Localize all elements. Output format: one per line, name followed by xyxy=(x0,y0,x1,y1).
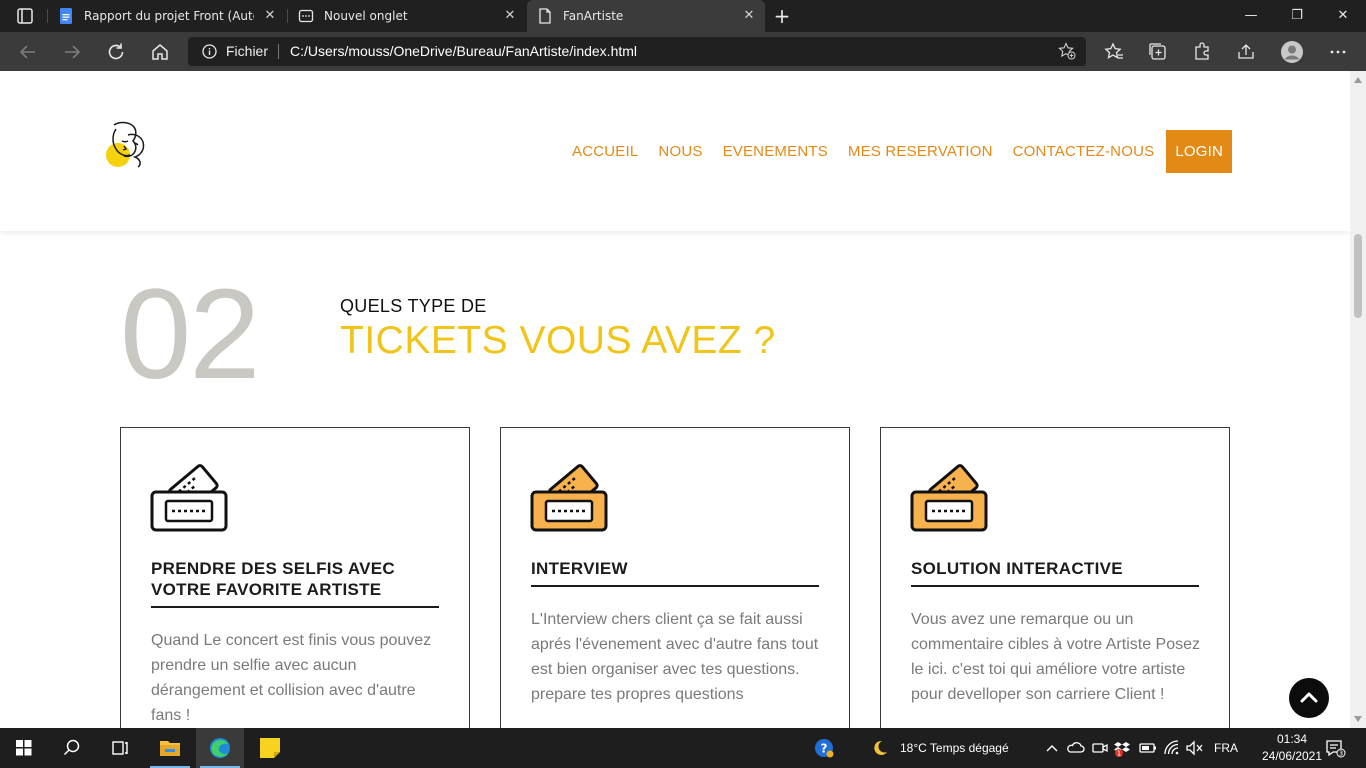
card-title: INTERVIEW xyxy=(531,559,628,578)
nav-mes-reservation[interactable]: MES RESERVATION xyxy=(848,143,993,160)
scrollbar-thumb[interactable] xyxy=(1354,234,1362,318)
search-icon[interactable] xyxy=(48,728,96,768)
section-subtitle: QUELS TYPE DE xyxy=(340,296,487,316)
scroll-up-arrow-icon[interactable] xyxy=(1354,77,1362,83)
ticket-card-interview: INTERVIEW L'Interview chers client ça se… xyxy=(500,427,850,728)
meet-now-icon[interactable] xyxy=(1090,738,1110,758)
card-body: L'Interview chers client ça se fait auss… xyxy=(531,607,821,707)
clock-date[interactable]: 24/06/2021 xyxy=(1256,749,1328,763)
chevron-up-icon[interactable] xyxy=(1042,738,1062,758)
svg-text:?: ? xyxy=(821,742,828,756)
card-title: PRENDRE DES SELFIS AVEC VOTRE FAVORITE A… xyxy=(151,559,395,599)
tab-google-docs[interactable]: Rapport du projet Front (AutoRe ✕ xyxy=(48,0,286,32)
extensions-icon[interactable] xyxy=(1190,40,1214,64)
clock-time[interactable]: 01:34 xyxy=(1264,732,1320,746)
close-tab-icon[interactable]: ✕ xyxy=(262,8,278,24)
restore-icon[interactable]: ❐ xyxy=(1274,0,1320,32)
ticket-icon xyxy=(910,456,988,534)
new-tab-button[interactable]: + xyxy=(772,6,792,26)
card-divider xyxy=(531,585,819,587)
close-window-icon[interactable]: ✕ xyxy=(1320,0,1366,32)
google-docs-icon xyxy=(58,8,74,24)
card-body: Quand Le concert est finis vous pouvez p… xyxy=(151,632,432,724)
refresh-icon[interactable] xyxy=(104,40,128,64)
profile-avatar-icon[interactable] xyxy=(1280,40,1304,64)
address-url[interactable]: C:/Users/mouss/OneDrive/Bureau/FanArtist… xyxy=(290,43,637,59)
address-bar[interactable]: Fichier C:/Users/mouss/OneDrive/Bureau/F… xyxy=(188,37,1086,66)
card-body-line: prepare tes propres questions xyxy=(531,686,744,703)
collections-icon[interactable] xyxy=(1146,40,1170,64)
mail-badge-count: 1 xyxy=(1117,750,1121,758)
more-menu-icon[interactable] xyxy=(1326,40,1350,64)
volume-muted-icon[interactable] xyxy=(1184,738,1204,758)
card-body: Vous avez une remarque ou un commentaire… xyxy=(911,611,1201,703)
moon-weather-icon[interactable] xyxy=(870,738,890,758)
tab-strip: Rapport du projet Front (AutoRe ✕ Nouvel… xyxy=(0,0,1366,32)
close-tab-icon[interactable]: ✕ xyxy=(502,8,518,24)
ticket-card-interactive: SOLUTION INTERACTIVE Vous avez une remar… xyxy=(880,427,1230,728)
wifi-icon[interactable] xyxy=(1162,738,1182,758)
address-divider xyxy=(278,44,279,59)
card-title: SOLUTION INTERACTIVE xyxy=(911,559,1123,578)
forward-icon[interactable] xyxy=(60,40,84,64)
tab-title: Nouvel onglet xyxy=(324,9,408,23)
card-divider xyxy=(911,585,1199,587)
home-icon[interactable] xyxy=(148,40,172,64)
new-tab-icon xyxy=(298,8,314,24)
notification-count: 3 xyxy=(1339,750,1343,758)
nav-accueil[interactable]: ACCUEIL xyxy=(572,143,638,160)
nav-contactez-nous[interactable]: CONTACTEZ-NOUS xyxy=(1013,143,1155,160)
notifications-icon[interactable]: 3 xyxy=(1324,738,1346,758)
address-scheme-label: Fichier xyxy=(226,43,269,59)
logo-icon[interactable] xyxy=(104,119,150,173)
task-view-icon[interactable] xyxy=(96,728,144,768)
close-tab-icon[interactable]: ✕ xyxy=(741,8,757,24)
language-indicator[interactable]: FRA xyxy=(1214,741,1238,755)
ticket-icon xyxy=(150,456,228,534)
favorites-icon[interactable] xyxy=(1102,40,1126,64)
ticket-card-selfie: PRENDRE DES SELFIS AVEC VOTRE FAVORITE A… xyxy=(120,427,470,728)
section-number: 02 xyxy=(120,263,260,406)
edge-browser-icon[interactable] xyxy=(196,728,244,768)
section-title: TICKETS VOUS AVEZ ? xyxy=(340,319,776,362)
scroll-down-arrow-icon[interactable] xyxy=(1354,716,1362,722)
file-icon xyxy=(537,8,553,24)
tab-title: Rapport du projet Front (AutoRe xyxy=(84,9,254,23)
share-icon[interactable] xyxy=(1234,40,1258,64)
card-divider xyxy=(151,606,439,608)
tab-actions-icon[interactable] xyxy=(8,6,40,26)
onedrive-icon[interactable] xyxy=(1066,738,1086,758)
browser-toolbar: Fichier C:/Users/mouss/OneDrive/Bureau/F… xyxy=(0,32,1366,71)
page-scrollbar[interactable] xyxy=(1350,71,1366,728)
ticket-icon xyxy=(530,456,608,534)
minimize-icon[interactable]: — xyxy=(1228,0,1274,32)
windows-taskbar: ? 18°C Temps dégagé 1 FRA 01:34 24/06/20… xyxy=(0,728,1366,768)
sticky-notes-icon[interactable] xyxy=(246,728,294,768)
dropbox-icon[interactable]: 1 xyxy=(1112,738,1132,758)
battery-icon[interactable] xyxy=(1138,738,1158,758)
main-nav: ACCUEIL NOUS EVENEMENTS MES RESERVATION … xyxy=(552,130,1232,173)
nav-nous[interactable]: NOUS xyxy=(658,143,702,160)
page-viewport: ACCUEIL NOUS EVENEMENTS MES RESERVATION … xyxy=(0,71,1350,728)
info-icon[interactable] xyxy=(202,44,217,59)
help-icon[interactable]: ? xyxy=(814,738,834,758)
file-explorer-icon[interactable] xyxy=(146,728,194,768)
nav-evenements[interactable]: EVENEMENTS xyxy=(723,143,828,160)
site-header: ACCUEIL NOUS EVENEMENTS MES RESERVATION … xyxy=(0,71,1350,231)
tab-title: FanArtiste xyxy=(563,9,624,23)
windows-start-icon[interactable] xyxy=(0,728,48,768)
nav-login-button[interactable]: LOGIN xyxy=(1166,130,1232,173)
tab-fanartiste[interactable]: FanArtiste ✕ xyxy=(527,0,765,32)
back-icon[interactable] xyxy=(16,40,40,64)
weather-text[interactable]: 18°C Temps dégagé xyxy=(900,741,1009,755)
scroll-to-top-button[interactable] xyxy=(1289,678,1329,718)
card-body-line: L'Interview chers client ça se fait auss… xyxy=(531,611,819,678)
add-favorite-icon[interactable] xyxy=(1058,42,1076,60)
tab-new-tab[interactable]: Nouvel onglet ✕ xyxy=(288,0,526,32)
